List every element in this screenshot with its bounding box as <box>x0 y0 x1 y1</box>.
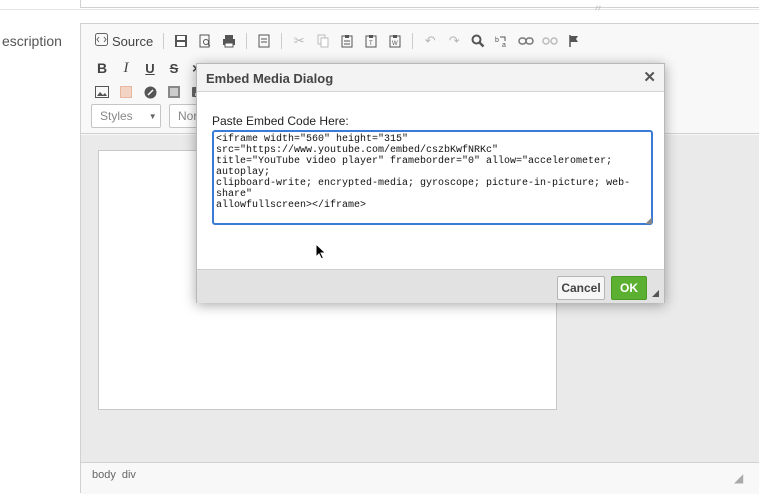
bold-button[interactable]: B <box>91 57 113 79</box>
svg-text:b: b <box>495 37 499 44</box>
source-label: Source <box>112 33 154 49</box>
link-icon[interactable] <box>515 30 537 52</box>
previous-field <box>80 0 759 8</box>
toolbar-row-3 <box>91 81 209 103</box>
editor-resize-icon[interactable]: ◢ <box>734 471 743 485</box>
toolbar-separator <box>281 33 283 49</box>
toolbar-row-1: Source ✂ T W ↶ ↷ b a <box>91 30 585 52</box>
strikethrough-button[interactable]: S <box>163 57 185 79</box>
page: 〃 escription Source ✂ T W ↶ ↷ b a B I U … <box>0 0 759 494</box>
paste-text-icon[interactable]: T <box>360 30 382 52</box>
cut-icon[interactable]: ✂ <box>288 30 310 52</box>
toolbar-separator <box>246 33 248 49</box>
dialog-footer: Cancel OK <box>197 269 664 303</box>
save-icon[interactable] <box>170 30 192 52</box>
ok-button[interactable]: OK <box>611 276 647 300</box>
print-icon[interactable] <box>218 30 240 52</box>
close-icon[interactable]: ✕ <box>643 68 656 86</box>
find-icon[interactable] <box>467 30 489 52</box>
source-button[interactable]: Source <box>91 30 157 52</box>
undo-icon[interactable]: ↶ <box>419 30 441 52</box>
svg-text:a: a <box>502 42 506 48</box>
element-path: body div <box>92 469 136 481</box>
styles-dropdown-label: Styles <box>100 109 133 123</box>
embed-code-label: Paste Embed Code Here: <box>212 114 349 128</box>
redo-icon[interactable]: ↷ <box>443 30 465 52</box>
svg-text:W: W <box>392 41 398 47</box>
mouse-pointer-icon <box>315 242 327 264</box>
paste-icon[interactable] <box>336 30 358 52</box>
resize-grip-icon[interactable]: 〃 <box>593 0 603 15</box>
toolbar-separator <box>412 33 414 49</box>
copy-icon[interactable] <box>312 30 334 52</box>
source-icon <box>95 33 108 49</box>
dialog-resize-icon[interactable] <box>652 290 659 297</box>
toolbar-row-2: B I U S ×₂ <box>91 57 209 79</box>
path-item-body[interactable]: body <box>92 469 116 481</box>
paste-word-icon[interactable]: W <box>384 30 406 52</box>
dialog-body: Paste Embed Code Here: <iframe width="56… <box>197 93 664 269</box>
chevron-down-icon: ▼ <box>148 111 157 121</box>
templates-icon[interactable] <box>253 30 275 52</box>
svg-text:T: T <box>369 41 373 47</box>
field-label: escription <box>2 33 62 49</box>
flash-icon[interactable] <box>115 81 137 103</box>
embed-media-icon[interactable] <box>163 81 185 103</box>
italic-button[interactable]: I <box>115 57 137 79</box>
divider <box>0 9 759 10</box>
image-icon[interactable] <box>91 81 113 103</box>
embed-code-textarea[interactable]: <iframe width="560" height="315" src="ht… <box>212 130 653 225</box>
underline-button[interactable]: U <box>139 57 161 79</box>
toolbar-separator <box>163 33 165 49</box>
replace-icon[interactable]: ba <box>491 30 513 52</box>
path-item-div[interactable]: div <box>122 469 136 481</box>
preview-icon[interactable] <box>194 30 216 52</box>
styles-dropdown[interactable]: Styles ▼ <box>91 104 161 128</box>
embed-media-dialog: Embed Media Dialog ✕ Paste Embed Code He… <box>196 63 665 303</box>
unlink-icon[interactable] <box>539 30 561 52</box>
dialog-title: Embed Media Dialog <box>206 71 334 86</box>
dialog-title-bar[interactable]: Embed Media Dialog ✕ <box>197 64 664 92</box>
textarea-resize-icon[interactable]: ◢ <box>645 215 652 226</box>
special-char-icon[interactable] <box>139 81 161 103</box>
editor-statusbar: body div ◢ <box>81 462 759 494</box>
cancel-button[interactable]: Cancel <box>557 276 605 300</box>
anchor-flag-icon[interactable] <box>563 30 585 52</box>
